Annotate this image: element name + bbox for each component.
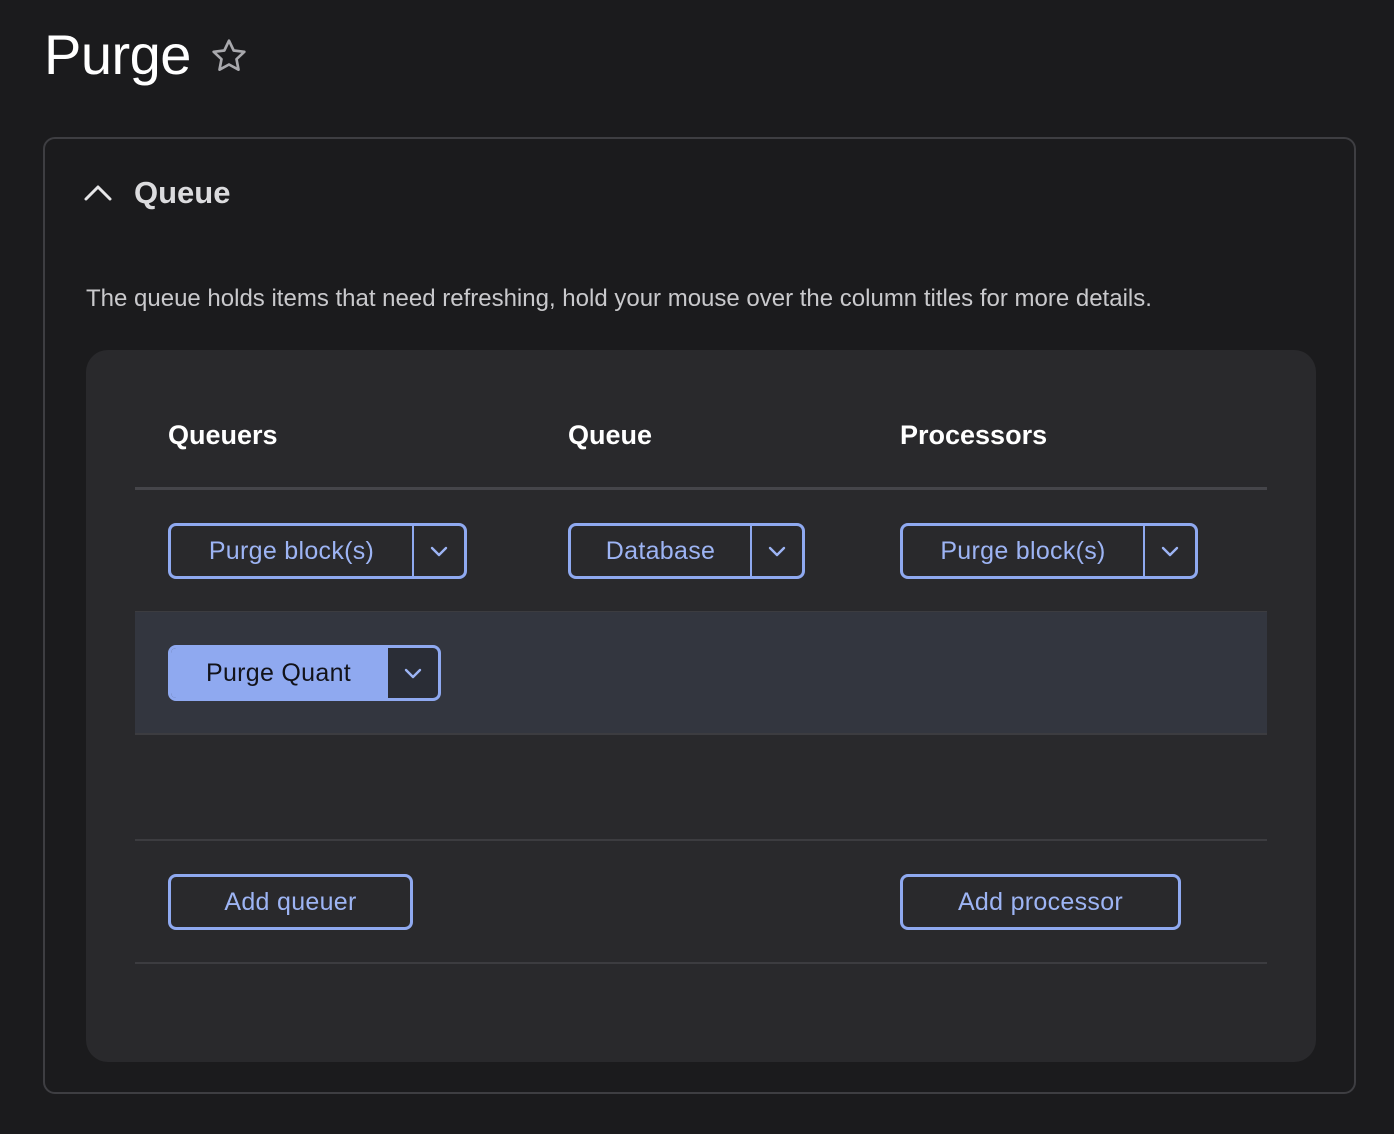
queue-section-title: Queue	[134, 175, 231, 210]
column-header-queuers[interactable]: Queuers	[168, 420, 278, 451]
queue-backend-dropdown-toggle[interactable]	[752, 526, 802, 576]
page-title: Purge	[44, 23, 191, 86]
column-header-queue[interactable]: Queue	[568, 420, 652, 451]
row-divider	[135, 839, 1267, 841]
queuer-button[interactable]: Purge block(s)	[171, 526, 414, 576]
star-icon[interactable]	[209, 36, 249, 76]
queuer-dropdown-toggle[interactable]	[414, 526, 464, 576]
chevron-down-icon	[1159, 540, 1181, 562]
column-header-processors[interactable]: Processors	[900, 420, 1047, 451]
queue-description: The queue holds items that need refreshi…	[86, 285, 1152, 312]
queuer-split-button-active: Purge Quant	[168, 645, 441, 701]
chevron-down-icon	[402, 662, 424, 684]
header-divider	[135, 487, 1267, 490]
queuer-button-active[interactable]: Purge Quant	[171, 648, 388, 698]
queue-backend-split-button: Database	[568, 523, 805, 579]
page-header: Purge	[44, 20, 249, 90]
processor-button[interactable]: Purge block(s)	[903, 526, 1145, 576]
add-queuer-button[interactable]: Add queuer	[168, 874, 413, 930]
queue-section-toggle[interactable]: Queue	[82, 175, 230, 211]
queuer-dropdown-toggle-active[interactable]	[388, 648, 438, 698]
row-divider	[135, 733, 1267, 735]
queue-card: Queuers Queue Processors Purge block(s) …	[86, 350, 1316, 1062]
add-processor-button[interactable]: Add processor	[900, 874, 1181, 930]
chevron-up-icon	[82, 177, 114, 209]
queuer-split-button: Purge block(s)	[168, 523, 467, 579]
processor-dropdown-toggle[interactable]	[1145, 526, 1195, 576]
queue-backend-button[interactable]: Database	[571, 526, 752, 576]
processor-split-button: Purge block(s)	[900, 523, 1198, 579]
row-divider	[135, 962, 1267, 964]
chevron-down-icon	[428, 540, 450, 562]
queue-details-panel: Queue The queue holds items that need re…	[43, 137, 1356, 1094]
chevron-down-icon	[766, 540, 788, 562]
